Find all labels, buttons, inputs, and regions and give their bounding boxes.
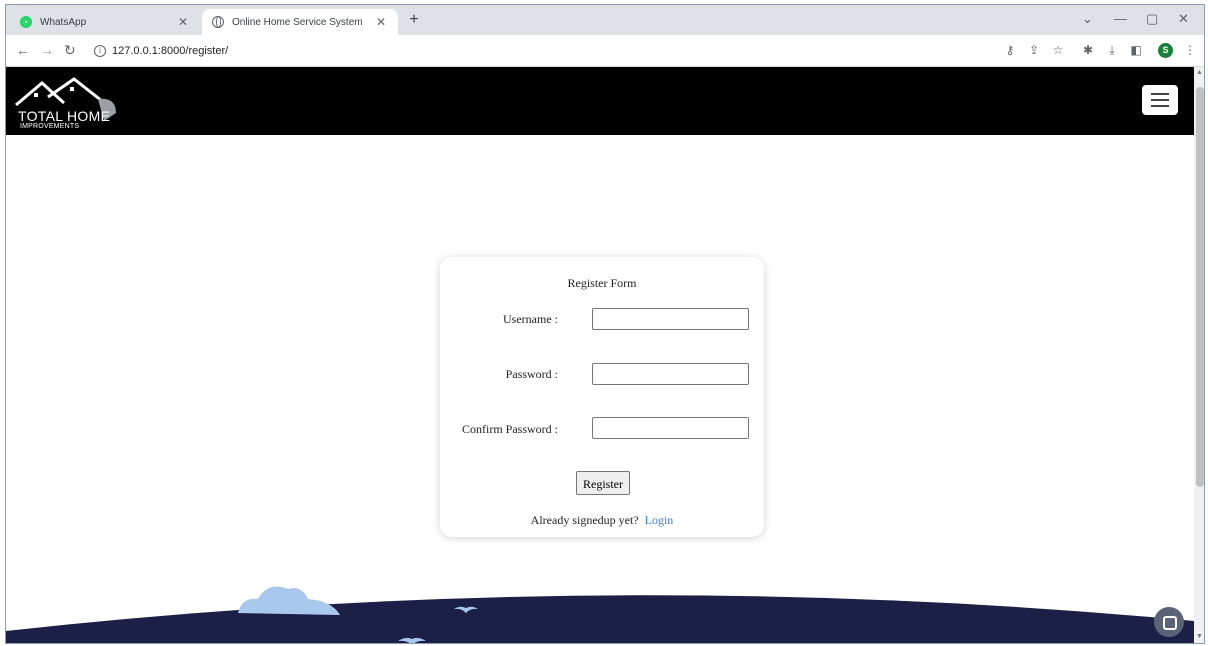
scrollbar-thumb[interactable] bbox=[1196, 87, 1204, 487]
site-header: TOTAL HOME IMPROVEMENTS bbox=[6, 67, 1194, 135]
password-input[interactable] bbox=[592, 363, 749, 385]
browser-toolbar: ← → ↻ i 127.0.0.1:8000/register/ ⚷ ⇪ ☆ ✱… bbox=[6, 35, 1204, 67]
extensions-icon[interactable]: ✱ bbox=[1080, 43, 1096, 57]
close-window-button[interactable]: ✕ bbox=[1178, 11, 1189, 27]
url-text: 127.0.0.1:8000/register/ bbox=[112, 45, 229, 57]
share-icon[interactable]: ⇪ bbox=[1026, 43, 1042, 57]
scroll-down-icon[interactable]: ▼ bbox=[1196, 633, 1203, 640]
info-icon[interactable]: i bbox=[94, 45, 106, 57]
menu-kebab-icon[interactable]: ⋮ bbox=[1182, 43, 1198, 57]
new-tab-button[interactable]: + bbox=[404, 11, 424, 29]
hamburger-menu-button[interactable] bbox=[1142, 85, 1178, 115]
tab-title: Online Home Service System bbox=[232, 16, 363, 28]
scroll-up-icon[interactable]: ▲ bbox=[1196, 69, 1203, 76]
site-logo[interactable]: TOTAL HOME IMPROVEMENTS bbox=[12, 75, 122, 130]
logo-subtitle: IMPROVEMENTS bbox=[20, 123, 80, 130]
bookmark-star-icon[interactable]: ☆ bbox=[1050, 43, 1066, 57]
close-icon[interactable]: ✕ bbox=[374, 15, 388, 29]
tab-online-home-service[interactable]: Online Home Service System ✕ bbox=[202, 9, 398, 35]
form-title: Register Form bbox=[567, 276, 637, 290]
chat-widget-icon[interactable] bbox=[1154, 607, 1184, 637]
register-form-card: Register Form Username : Password : Conf… bbox=[440, 257, 764, 537]
logo-title: TOTAL HOME bbox=[18, 108, 111, 124]
confirm-password-label: Confirm Password : bbox=[462, 422, 558, 436]
globe-icon bbox=[212, 16, 224, 28]
tab-whatsapp[interactable]: WhatsApp ✕ bbox=[10, 9, 200, 35]
login-prompt: Already signedup yet? Login bbox=[440, 513, 764, 528]
login-prompt-text: Already signedup yet? bbox=[530, 513, 639, 527]
confirm-password-input[interactable] bbox=[592, 417, 749, 439]
register-button[interactable]: Register bbox=[576, 471, 630, 495]
close-icon[interactable]: ✕ bbox=[176, 15, 190, 29]
restore-button[interactable]: ▢ bbox=[1146, 11, 1158, 27]
download-icon[interactable]: ⤓ bbox=[1104, 43, 1120, 58]
minimize-button[interactable]: — bbox=[1114, 11, 1127, 26]
address-bar[interactable]: i 127.0.0.1:8000/register/ bbox=[94, 40, 994, 62]
username-input[interactable] bbox=[592, 308, 749, 330]
profile-avatar[interactable]: S bbox=[1158, 43, 1173, 58]
back-icon[interactable]: ← bbox=[16, 42, 30, 58]
hamburger-line bbox=[1151, 99, 1169, 101]
navy-hill-shape bbox=[6, 595, 1194, 643]
cloud-icon bbox=[238, 586, 340, 615]
side-panel-icon[interactable]: ◧ bbox=[1128, 43, 1144, 57]
tab-strip: WhatsApp ✕ Online Home Service System ✕ … bbox=[6, 5, 1204, 35]
hamburger-line bbox=[1151, 93, 1169, 95]
page-viewport: TOTAL HOME IMPROVEMENTS Register Form Us… bbox=[6, 67, 1194, 643]
key-icon[interactable]: ⚷ bbox=[1002, 43, 1018, 57]
reload-icon[interactable]: ↻ bbox=[64, 42, 76, 59]
whatsapp-icon bbox=[20, 16, 32, 28]
username-label: Username : bbox=[503, 312, 558, 326]
browser-window: WhatsApp ✕ Online Home Service System ✕ … bbox=[5, 4, 1205, 644]
tab-search-icon[interactable]: ⌄ bbox=[1082, 11, 1093, 27]
forward-icon[interactable]: → bbox=[40, 42, 54, 58]
tab-title: WhatsApp bbox=[40, 16, 87, 28]
footer-scenery bbox=[6, 586, 1194, 643]
hamburger-line bbox=[1151, 105, 1169, 107]
password-label: Password : bbox=[505, 367, 558, 381]
login-link[interactable]: Login bbox=[645, 513, 674, 527]
